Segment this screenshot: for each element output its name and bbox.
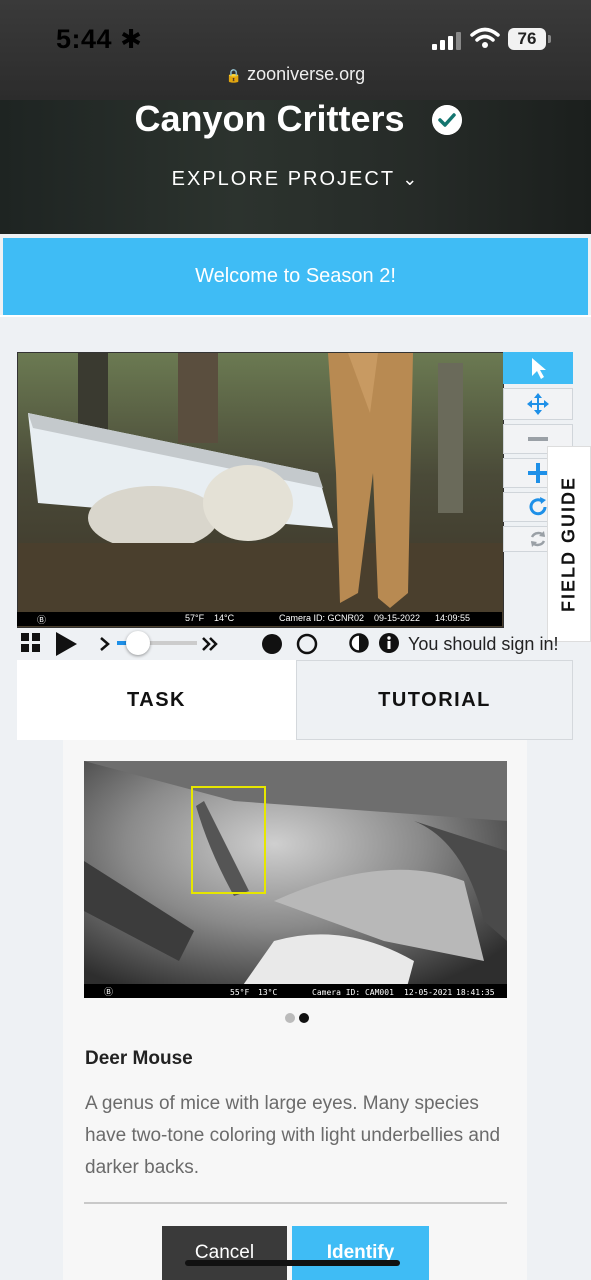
pagination-dot[interactable] xyxy=(285,1013,295,1023)
step-forward-icon[interactable] xyxy=(99,636,111,652)
announcement-banner: Welcome to Season 2! xyxy=(3,238,588,315)
verified-badge-icon xyxy=(432,105,462,135)
minus-icon xyxy=(528,437,548,441)
lock-icon: 🔒 xyxy=(225,68,243,83)
refresh-icon xyxy=(530,531,546,547)
contrast-icon[interactable] xyxy=(349,633,369,653)
cellular-signal-icon xyxy=(432,32,461,50)
rotate-icon xyxy=(529,497,547,516)
tab-tutorial[interactable]: TUTORIAL xyxy=(296,660,573,740)
fast-forward-icon[interactable] xyxy=(201,636,219,652)
pointer-tool-button[interactable] xyxy=(503,352,573,384)
example-caption-camera-id: Camera ID: CAM001 xyxy=(312,988,394,997)
image-pagination xyxy=(283,1010,311,1028)
playback-slider-thumb[interactable] xyxy=(126,631,150,655)
species-name: Deer Mouse xyxy=(85,1048,193,1069)
caption-camera-id: Camera ID: GCNR02 xyxy=(279,613,365,623)
home-indicator[interactable] xyxy=(185,1260,400,1266)
field-guide-tab[interactable]: FIELD GUIDE xyxy=(547,446,591,642)
sign-in-notice[interactable]: You should sign in! xyxy=(408,634,558,655)
divider xyxy=(84,1202,507,1204)
example-caption-time: 18:41:35 xyxy=(456,988,495,997)
move-icon xyxy=(527,393,549,415)
tab-task[interactable]: TASK xyxy=(17,660,296,740)
empty-circle-icon[interactable] xyxy=(296,633,318,655)
chevron-down-icon: ⌄ xyxy=(402,169,420,189)
info-icon[interactable] xyxy=(379,633,399,653)
url-text: zooniverse.org xyxy=(247,64,366,84)
example-caption-temp-c: 13°C xyxy=(258,988,277,997)
move-tool-button[interactable] xyxy=(503,388,573,420)
address-bar[interactable]: 🔒 zooniverse.org xyxy=(0,64,591,85)
subject-image[interactable] xyxy=(17,352,504,628)
pagination-dot-active[interactable] xyxy=(299,1013,309,1023)
caption-temp-c: 14°C xyxy=(214,613,235,623)
play-icon[interactable] xyxy=(54,631,78,657)
species-example-image[interactable]: Ⓑ 55°F 13°C Camera ID: CAM001 12-05-2021… xyxy=(84,761,507,998)
pointer-icon xyxy=(532,358,546,379)
wifi-icon xyxy=(470,27,500,48)
task-tabs: TASK TUTORIAL xyxy=(17,660,573,740)
svg-text:Ⓑ: Ⓑ xyxy=(104,987,113,998)
plus-icon xyxy=(528,463,548,483)
species-description: A genus of mice with large eyes. Many sp… xyxy=(85,1093,501,1178)
explore-project-menu[interactable]: EXPLORE PROJECT ⌄ xyxy=(0,168,591,191)
example-caption-temp-f: 55°F xyxy=(230,988,249,997)
status-time: 5:44 ✱ xyxy=(56,24,143,54)
caption-time: 14:09:55 xyxy=(435,613,471,623)
battery-indicator: 76 xyxy=(508,28,551,50)
cancel-button[interactable]: Cancel xyxy=(162,1226,287,1280)
image-caption-bar: Ⓑ 57°F 14°C Camera ID: GCNR02 09-15-2022… xyxy=(17,612,502,626)
grid-view-icon[interactable] xyxy=(21,633,41,653)
caption-temp-f: 57°F xyxy=(185,613,205,623)
divider xyxy=(0,315,591,317)
identify-button[interactable]: Identify xyxy=(292,1226,429,1280)
project-title[interactable]: Canyon Critters xyxy=(0,98,591,140)
caption-date: 09-15-2022 xyxy=(374,613,421,623)
filled-circle-icon[interactable] xyxy=(261,633,283,655)
camera-brand-icon: Ⓑ xyxy=(37,615,47,625)
example-caption-date: 12-05-2021 xyxy=(404,988,452,997)
